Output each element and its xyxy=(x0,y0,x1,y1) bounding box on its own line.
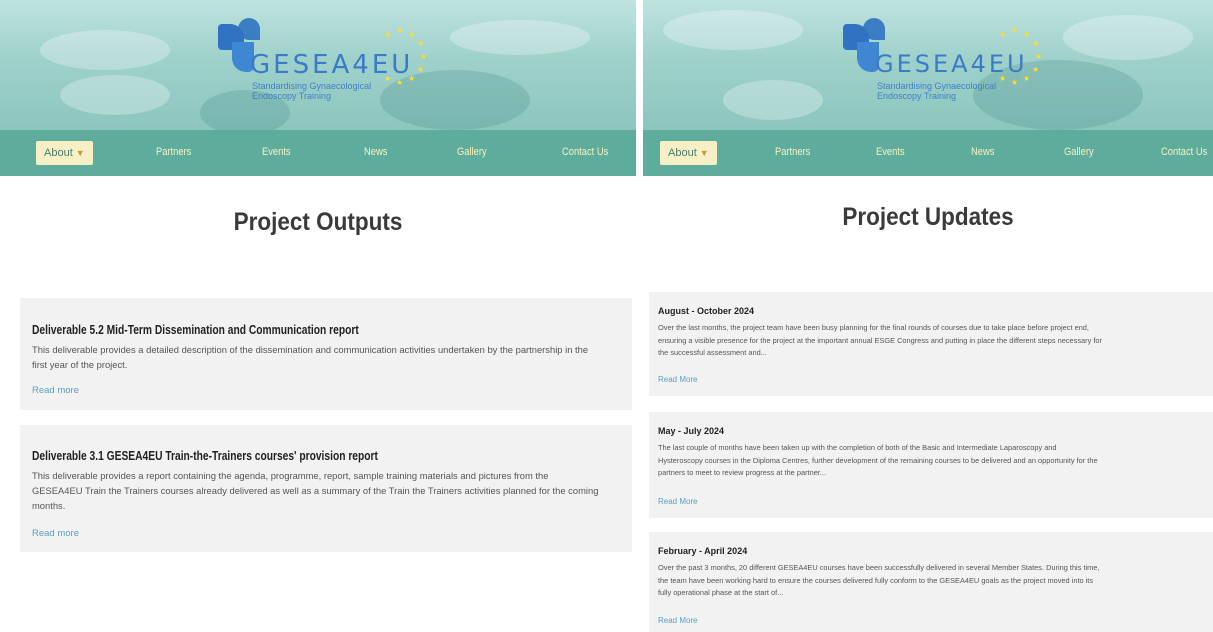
update-card: August - October 2024 Over the last mont… xyxy=(649,292,1213,396)
update-title[interactable]: February - April 2024 xyxy=(658,546,747,556)
nav-partners[interactable]: Partners xyxy=(156,146,191,158)
nav-partners[interactable]: Partners xyxy=(775,146,810,158)
page-title: Project Outputs xyxy=(233,208,403,236)
output-description: This deliverable provides a detailed des… xyxy=(32,342,632,372)
update-title[interactable]: May - July 2024 xyxy=(658,426,724,436)
output-text-line: first year of the project. xyxy=(32,359,128,370)
nav-about[interactable]: About ▼ xyxy=(36,141,93,165)
site-logo[interactable]: GESEA4EU Standardising Gynaecological En… xyxy=(218,18,438,113)
site-logo[interactable]: GESEA4EU Standardising Gynaecological En… xyxy=(843,18,1053,113)
logo-tagline-2: Endoscopy Training xyxy=(877,91,957,101)
logo-tagline-1: Standardising Gynaecological xyxy=(877,81,997,91)
update-text-line: Hysteroscopy courses in the Diploma Cent… xyxy=(658,455,1098,465)
nav-about-label: About xyxy=(668,147,697,159)
header-banner: GESEA4EU Standardising Gynaecological En… xyxy=(0,0,636,130)
main-nav: About ▼ Partners Events News Gallery Cont… xyxy=(0,130,636,176)
read-more-link[interactable]: Read more xyxy=(32,528,79,539)
update-text-line: The last couple of months have been take… xyxy=(658,443,1057,452)
read-more-link[interactable]: Read more xyxy=(32,385,79,396)
update-card: May - July 2024 The last couple of month… xyxy=(649,412,1213,518)
nav-events[interactable]: Events xyxy=(262,146,291,158)
update-text-line: the team have been working hard to ensur… xyxy=(658,575,1094,585)
output-card: Deliverable 5.2 Mid-Term Dissemination a… xyxy=(20,298,632,410)
update-text-line: Over the last months, the project team h… xyxy=(658,323,1089,332)
output-text-line: months. xyxy=(32,500,66,511)
update-card: February - April 2024 Over the past 3 mo… xyxy=(649,532,1213,632)
update-description: Over the past 3 months, 20 different GES… xyxy=(658,562,1213,600)
read-more-link[interactable]: Read More xyxy=(658,497,698,506)
nav-gallery[interactable]: Gallery xyxy=(1064,146,1094,158)
update-text-line: partners to meet to review progress at t… xyxy=(658,468,827,477)
update-description: The last couple of months have been take… xyxy=(658,442,1213,480)
nav-news[interactable]: News xyxy=(364,146,387,158)
nav-about-label: About xyxy=(44,147,73,159)
output-card: Deliverable 3.1 GESEA4EU Train-the-Train… xyxy=(20,425,632,552)
nav-contact-us[interactable]: Contact Us xyxy=(562,146,608,158)
output-text-line: GESEA4EU Train the Trainers courses alre… xyxy=(32,485,599,496)
update-title[interactable]: August - October 2024 xyxy=(658,306,754,316)
read-more-link[interactable]: Read More xyxy=(658,375,698,384)
output-text-line: This deliverable provides a detailed des… xyxy=(32,344,589,355)
main-nav: About ▼ Partners Events News Gallery Cont… xyxy=(643,130,1213,176)
logo-tagline-1: Standardising Gynaecological xyxy=(252,81,372,91)
output-description: This deliverable provides a report conta… xyxy=(32,468,632,513)
nav-events[interactable]: Events xyxy=(876,146,905,158)
chevron-down-icon: ▼ xyxy=(75,148,85,158)
output-text-line: This deliverable provides a report conta… xyxy=(32,470,549,481)
output-title[interactable]: Deliverable 5.2 Mid-Term Dissemination a… xyxy=(32,323,359,337)
chevron-down-icon: ▼ xyxy=(699,148,709,158)
page-title: Project Updates xyxy=(842,203,1014,231)
update-description: Over the last months, the project team h… xyxy=(658,322,1213,360)
nav-contact-us[interactable]: Contact Us xyxy=(1161,146,1207,158)
header-banner: GESEA4EU Standardising Gynaecological En… xyxy=(643,0,1213,130)
output-title[interactable]: Deliverable 3.1 GESEA4EU Train-the-Train… xyxy=(32,449,378,463)
update-text-line: ensuring a visible presence for the proj… xyxy=(658,335,1102,345)
update-text-line: Over the past 3 months, 20 different GES… xyxy=(658,563,1100,572)
nav-gallery[interactable]: Gallery xyxy=(457,146,487,158)
update-text-line: fully operational phase at the start of.… xyxy=(658,588,784,597)
outputs-page-screenshot: GESEA4EU Standardising Gynaecological En… xyxy=(0,0,636,632)
nav-news[interactable]: News xyxy=(971,146,994,158)
update-text-line: the successful assessment and... xyxy=(658,348,767,357)
read-more-link[interactable]: Read More xyxy=(658,616,698,625)
updates-page-screenshot: GESEA4EU Standardising Gynaecological En… xyxy=(643,0,1213,632)
logo-tagline-2: Endoscopy Training xyxy=(252,91,332,101)
eu-stars-icon: ★ ★ ★ ★ ★ ★ ★ ★ ★ xyxy=(384,26,428,87)
eu-stars-icon: ★ ★ ★ ★ ★ ★ ★ ★ ★ xyxy=(999,26,1043,87)
nav-about[interactable]: About ▼ xyxy=(660,141,717,165)
